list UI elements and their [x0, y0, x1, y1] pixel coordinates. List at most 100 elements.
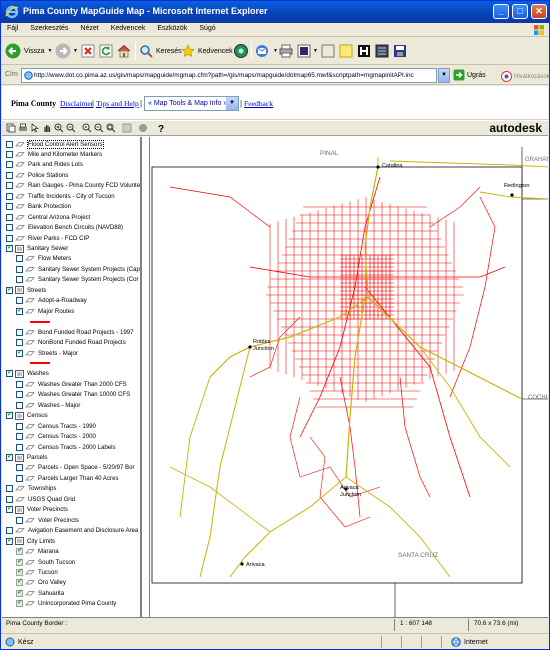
home-button[interactable]: [117, 41, 131, 61]
legend-layer[interactable]: Major Routes: [16, 306, 74, 316]
legend-group[interactable]: Census: [6, 410, 48, 421]
layer-checkbox[interactable]: [16, 577, 23, 587]
stop-button[interactable]: [81, 41, 95, 61]
layer-checkbox[interactable]: [16, 265, 23, 273]
place-marker[interactable]: [248, 345, 252, 349]
back-dropdown-icon[interactable]: ▼: [48, 48, 53, 54]
legend-layer[interactable]: Washes Greater Than 10000 CFS: [16, 390, 130, 400]
layer-checkbox[interactable]: [16, 422, 23, 430]
layer-checkbox[interactable]: [16, 598, 23, 608]
layer-checkbox[interactable]: [16, 516, 23, 524]
layer-checkbox[interactable]: [6, 485, 13, 493]
layer-checkbox[interactable]: [6, 527, 13, 535]
legend-group[interactable]: Streets: [6, 285, 46, 295]
layer-checkbox[interactable]: [6, 150, 13, 158]
layer-checkbox[interactable]: [6, 234, 13, 242]
layer-checkbox[interactable]: [6, 495, 13, 503]
tool-button-b[interactable]: [393, 41, 407, 61]
layer-checkbox[interactable]: [16, 339, 23, 347]
legend-layer[interactable]: Flow Meters: [16, 254, 71, 264]
legend-layer[interactable]: Traffic Incidents - City of Tucson: [6, 191, 115, 201]
help-question-icon[interactable]: ?: [156, 123, 166, 133]
legend-layer[interactable]: Sanitary Sewer System Projects (Cor: [16, 275, 139, 285]
map-tools-select[interactable]: « Map Tools & Map Info » ▼: [144, 96, 239, 111]
edit-button[interactable]: ▼: [297, 41, 318, 61]
legend-group[interactable]: Parcels: [6, 452, 47, 463]
layer-checkbox[interactable]: [16, 297, 23, 305]
legend-layer[interactable]: Police Stations: [6, 170, 68, 180]
place-marker[interactable]: [376, 165, 380, 169]
tips-help-link[interactable]: Tips and Help: [96, 99, 139, 108]
print-map-icon[interactable]: [18, 123, 28, 133]
layer-checkbox[interactable]: [16, 588, 23, 597]
refresh-button[interactable]: [99, 41, 113, 61]
legend-layer[interactable]: River Parks - FCD CIP: [6, 233, 89, 243]
mail-button[interactable]: ▼: [255, 41, 278, 61]
mail-dropdown-icon[interactable]: ▼: [273, 48, 278, 54]
layer-checkbox[interactable]: [16, 474, 23, 482]
legend-layer[interactable]: Voter Precincts: [16, 515, 79, 525]
zoom-in-icon[interactable]: [54, 123, 64, 133]
layer-checkbox[interactable]: [6, 536, 13, 545]
close-button[interactable]: ✕: [531, 4, 547, 19]
layer-checkbox[interactable]: [16, 433, 23, 441]
print-button[interactable]: [279, 41, 293, 61]
legend-layer[interactable]: Tucson: [16, 567, 58, 577]
layer-checkbox[interactable]: [6, 285, 13, 294]
layer-checkbox[interactable]: [16, 443, 23, 451]
legend-layer[interactable]: Flood Control Alert Sensors: [6, 139, 104, 149]
back-button[interactable]: Vissza ▼: [5, 41, 52, 61]
legend-layer[interactable]: Oro Valley: [16, 577, 66, 588]
layer-checkbox[interactable]: [6, 224, 13, 232]
legend-group[interactable]: Washes: [6, 368, 49, 379]
legend-layer[interactable]: Central Arizona Project: [6, 212, 90, 222]
layer-checkbox[interactable]: [16, 567, 23, 576]
disclaimer-link[interactable]: Disclaimer: [60, 99, 93, 108]
legend-layer[interactable]: Sanitary Sewer System Projects (Cap: [16, 264, 140, 274]
minimize-button[interactable]: _: [493, 4, 509, 19]
legend-layer[interactable]: Census Tracts - 2000 Labels: [16, 442, 116, 452]
media-button[interactable]: [233, 41, 249, 61]
legend-layer[interactable]: Streets - Major: [16, 348, 78, 358]
forward-button[interactable]: ▼: [55, 41, 78, 61]
legend-layer[interactable]: Parcels Larger Than 40 Acres: [16, 473, 119, 483]
layer-checkbox[interactable]: [16, 328, 23, 336]
legend-layer[interactable]: Marana: [16, 546, 59, 557]
menu-file[interactable]: Fájl: [1, 23, 24, 32]
stop-map-icon[interactable]: [138, 123, 148, 133]
links-button[interactable]: Hivatkozások: [501, 71, 550, 82]
legend-layer[interactable]: Adopt-a-Roadway: [16, 296, 87, 306]
layer-checkbox[interactable]: [16, 255, 23, 263]
layer-checkbox[interactable]: [6, 452, 13, 461]
copy-icon[interactable]: [6, 123, 16, 133]
menu-tools[interactable]: Eszközök: [151, 23, 193, 32]
layer-checkbox[interactable]: [6, 182, 13, 190]
layer-checkbox[interactable]: [6, 161, 13, 169]
legend-layer[interactable]: Mile and Kilometer Markers: [6, 149, 102, 159]
legend-layer[interactable]: Washes - Major: [16, 400, 80, 410]
layer-checkbox[interactable]: [6, 140, 13, 148]
legend-layer[interactable]: Townships: [6, 484, 56, 494]
buffer-icon[interactable]: [122, 123, 132, 133]
legend-group[interactable]: Sanitary Sewer: [6, 243, 68, 254]
layer-checkbox[interactable]: [16, 401, 23, 409]
layer-checkbox[interactable]: [16, 391, 23, 399]
forward-dropdown-icon[interactable]: ▼: [73, 48, 78, 54]
menu-favorites[interactable]: Kedvencek: [105, 23, 152, 32]
legend-layer[interactable]: Unincorporated Pima County: [16, 598, 116, 609]
layer-checkbox[interactable]: [16, 276, 23, 284]
feedback-link[interactable]: Feedback: [244, 99, 273, 108]
layer-checkbox[interactable]: [16, 380, 23, 388]
layer-checkbox[interactable]: [16, 306, 23, 315]
maximize-button[interactable]: □: [512, 4, 528, 19]
zoom-previous-icon[interactable]: [82, 123, 92, 133]
layer-checkbox[interactable]: [16, 557, 23, 566]
messenger-button[interactable]: [339, 41, 353, 61]
legend-group[interactable]: City Limits: [6, 536, 55, 546]
layer-checkbox[interactable]: [16, 546, 23, 556]
legend-layer[interactable]: NonBond Funded Road Projects: [16, 338, 126, 348]
zoom-out-icon[interactable]: [66, 123, 76, 133]
layer-checkbox[interactable]: [6, 171, 13, 179]
layer-checkbox[interactable]: [6, 243, 13, 252]
legend-layer[interactable]: Census Tracts - 1990: [16, 421, 96, 431]
